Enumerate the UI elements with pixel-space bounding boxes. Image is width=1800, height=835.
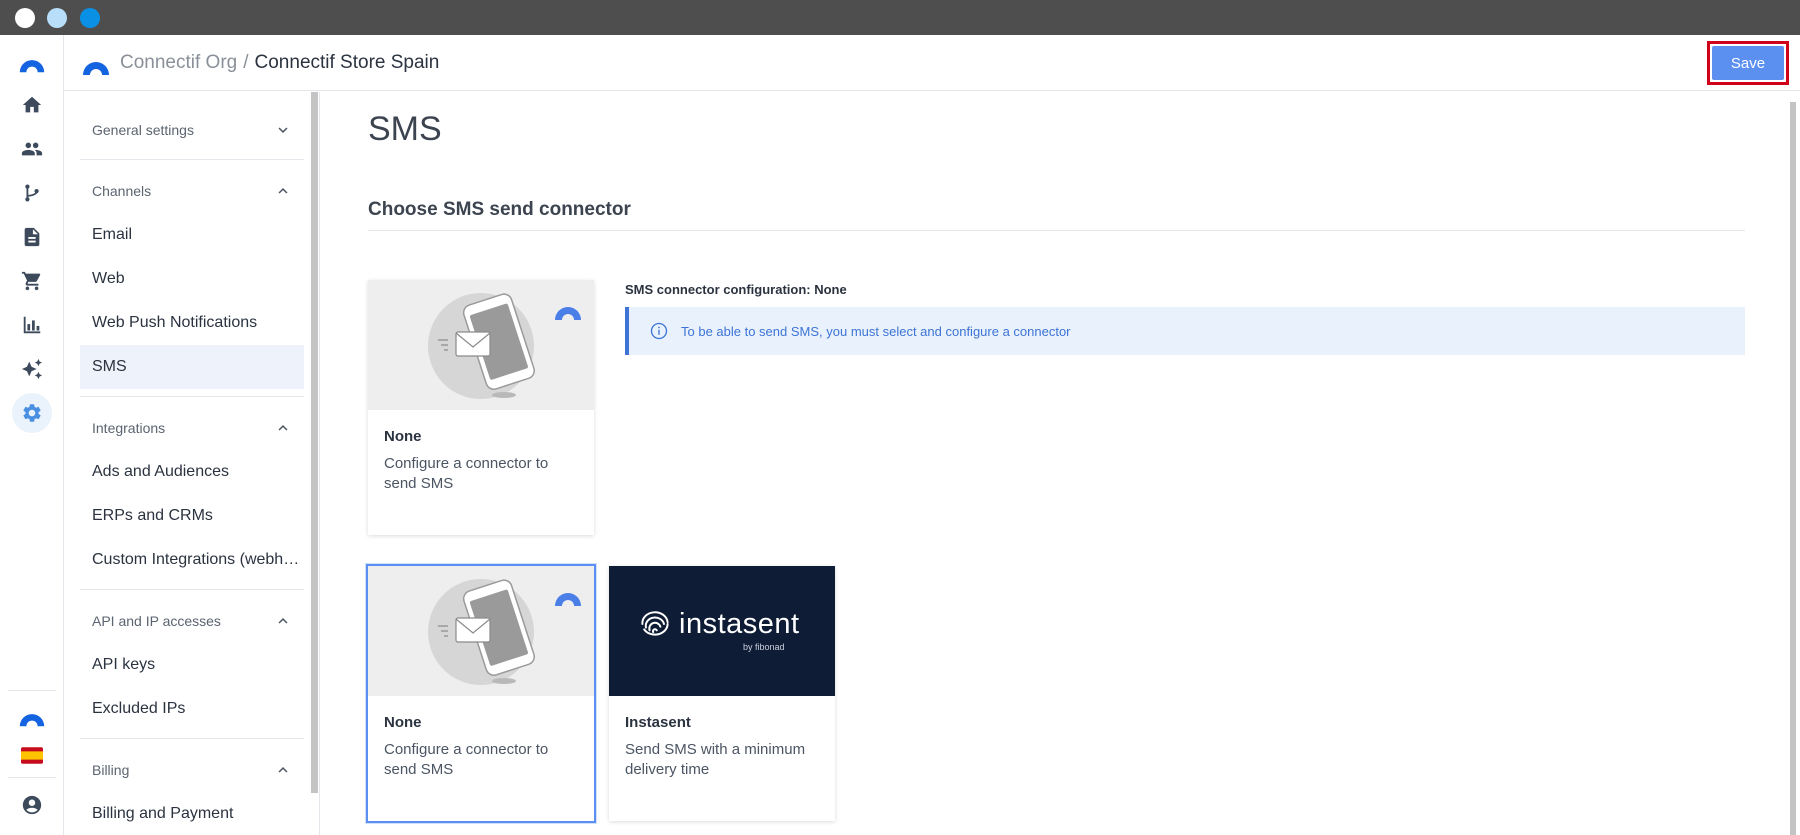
info-banner: To be able to send SMS, you must select … — [625, 307, 1745, 355]
info-text: To be able to send SMS, you must select … — [681, 323, 1071, 339]
section-general-settings[interactable]: General settings — [80, 110, 304, 150]
section-label: Channels — [92, 183, 152, 199]
breadcrumb-org[interactable]: Connectif Org — [120, 52, 237, 73]
chevron-down-icon — [278, 127, 288, 133]
sidebar-item-api-keys[interactable]: API keys — [80, 643, 304, 687]
card-title: None — [384, 428, 422, 445]
sidebar-item-email[interactable]: Email — [80, 213, 304, 257]
sidebar-item-billing-payment[interactable]: Billing and Payment — [80, 792, 304, 835]
section-billing[interactable]: Billing — [80, 750, 304, 790]
fingerprint-icon — [641, 611, 669, 636]
breadcrumb-store[interactable]: Connectif Store Spain — [255, 52, 440, 73]
card-description: Configure a connector to send SMS — [384, 455, 549, 492]
section-label: General settings — [92, 122, 194, 138]
section-channels[interactable]: Channels — [80, 171, 304, 211]
sidebar-item-sms[interactable]: SMS — [80, 345, 304, 389]
main-content: SMS Choose SMS send connector None Confi… — [320, 92, 1800, 835]
save-button-highlight: Save — [1707, 41, 1789, 85]
window-minimize-button[interactable] — [47, 8, 67, 28]
sparkles-icon[interactable] — [12, 349, 52, 389]
connector-option-none[interactable]: None Configure a connector to send SMS — [366, 564, 596, 823]
gear-icon[interactable] — [12, 393, 52, 433]
connector-option-instasent[interactable]: instasent by fibonad Instasent Send SMS … — [609, 566, 835, 821]
nav-rail — [0, 35, 64, 835]
main-scrollbar[interactable] — [1790, 102, 1796, 835]
info-icon — [650, 322, 668, 340]
section-label: API and IP accesses — [92, 613, 221, 629]
card-description: Configure a connector to send SMS — [384, 741, 549, 778]
save-button[interactable]: Save — [1712, 46, 1784, 80]
section-label: Billing — [92, 762, 130, 778]
instasent-logo-subtext: by fibonad — [743, 642, 785, 652]
card-title: Instasent — [625, 714, 691, 731]
chevron-up-icon — [278, 188, 288, 194]
current-connector-card: None Configure a connector to send SMS — [368, 280, 594, 535]
sidebar-item-custom-integrations[interactable]: Custom Integrations (webh… — [80, 538, 304, 582]
page-title: SMS — [368, 110, 442, 148]
card-description: Send SMS with a minimum delivery time — [625, 741, 806, 778]
section-title: Choose SMS send connector — [368, 199, 631, 220]
sidebar-item-web-push[interactable]: Web Push Notifications — [80, 301, 304, 345]
section-divider — [368, 230, 1745, 231]
connectif-logo[interactable] — [12, 41, 52, 81]
org-logo — [80, 53, 112, 90]
home-icon[interactable] — [12, 85, 52, 125]
window-maximize-button[interactable] — [80, 8, 100, 28]
instasent-logo-text: instasent — [679, 607, 800, 640]
sms-illustration — [368, 566, 594, 696]
sidebar-item-web[interactable]: Web — [80, 257, 304, 301]
breadcrumb-separator: / — [243, 52, 249, 73]
instasent-logo: instasent by fibonad — [609, 566, 835, 696]
workflow-icon[interactable] — [12, 173, 52, 213]
card-title: None — [384, 714, 422, 731]
users-icon[interactable] — [12, 129, 52, 169]
cart-icon[interactable] — [12, 261, 52, 301]
sidebar-scrollbar[interactable] — [311, 92, 318, 793]
section-label: Integrations — [92, 420, 166, 436]
window-close-button[interactable] — [15, 8, 35, 28]
sms-illustration — [368, 280, 594, 410]
sidebar-item-erps-crms[interactable]: ERPs and CRMs — [80, 494, 304, 538]
document-icon[interactable] — [12, 217, 52, 257]
settings-sidebar: General settings Channels Email Web Web … — [64, 92, 320, 835]
sidebar-item-ads-audiences[interactable]: Ads and Audiences — [80, 450, 304, 494]
chevron-up-icon — [278, 425, 288, 431]
account-icon[interactable] — [12, 785, 52, 825]
connectif-logo-small[interactable] — [12, 695, 52, 735]
breadcrumb: Connectif Org / Connectif Store Spain — [120, 52, 439, 74]
connector-config-label: SMS connector configuration: None — [625, 282, 847, 297]
bar-chart-icon[interactable] — [12, 305, 52, 345]
connectif-badge-icon — [555, 593, 581, 606]
connectif-badge-icon — [555, 307, 581, 320]
chevron-up-icon — [278, 618, 288, 624]
spain-flag-icon[interactable] — [12, 735, 52, 775]
section-api-ip[interactable]: API and IP accesses — [80, 601, 304, 641]
chevron-up-icon — [278, 767, 288, 773]
window-titlebar — [0, 0, 1800, 35]
section-integrations[interactable]: Integrations — [80, 408, 304, 448]
sidebar-item-excluded-ips[interactable]: Excluded IPs — [80, 687, 304, 731]
top-bar: Connectif Org / Connectif Store Spain Save — [64, 35, 1800, 91]
